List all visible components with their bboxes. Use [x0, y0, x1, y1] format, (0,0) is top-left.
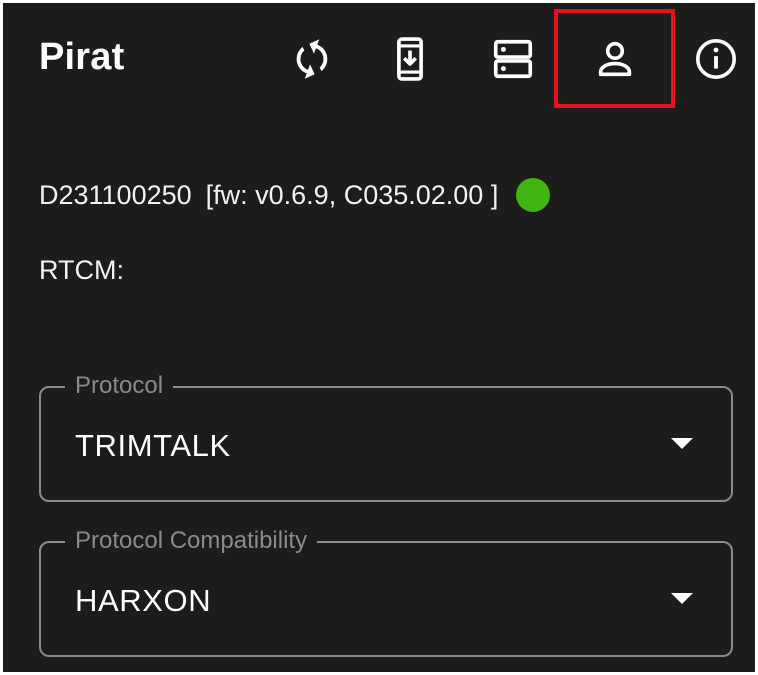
protocol-compatibility-value: HARXON — [75, 583, 212, 618]
account-icon — [598, 41, 632, 77]
account-button[interactable] — [583, 27, 647, 91]
app-title: Pirat — [39, 36, 125, 78]
firmware-version: [fw: v0.6.9, C035.02.00 ] — [205, 179, 499, 210]
device-id: D231100250 — [39, 179, 192, 210]
protocol-compatibility-label: Protocol Compatibility — [65, 527, 318, 555]
info-button[interactable] — [684, 27, 748, 91]
device-status-line: D231100250 [fw: v0.6.9, C035.02.00 ] — [39, 177, 551, 213]
protocol-label: Protocol — [65, 372, 174, 400]
protocol-compatibility-select[interactable]: Protocol Compatibility HARXON — [39, 527, 733, 657]
info-icon — [695, 38, 737, 80]
refresh-icon — [296, 39, 328, 79]
refresh-button[interactable] — [280, 27, 344, 91]
install-to-device-button[interactable] — [378, 27, 442, 91]
protocol-select[interactable]: Protocol TRIMTALK — [39, 372, 733, 502]
install-to-device-icon — [397, 37, 423, 81]
dropdown-arrow-icon — [671, 593, 693, 604]
server-button[interactable] — [481, 27, 545, 91]
protocol-value: TRIMTALK — [75, 428, 231, 463]
rtcm-label: RTCM: — [39, 255, 124, 285]
connection-status-dot — [516, 178, 551, 212]
server-icon — [493, 39, 533, 79]
dropdown-arrow-icon — [671, 438, 693, 449]
app-screen: Pirat D231100250 [fw: v0.6.9, C035.02.00… — [3, 3, 755, 672]
